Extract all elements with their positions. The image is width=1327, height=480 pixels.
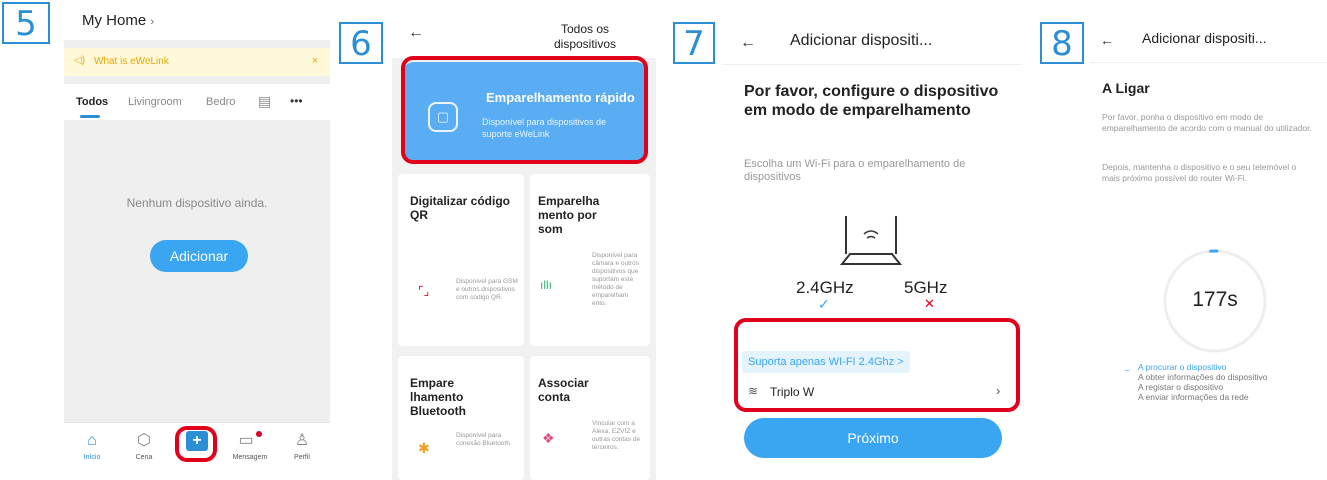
- info-banner[interactable]: ◁) What is eWeLink ×: [64, 48, 330, 76]
- page-title: Todos os dispositivos: [553, 22, 617, 51]
- card-title: Associar conta: [538, 376, 589, 404]
- tab-bedroom[interactable]: Bedroc: [206, 96, 236, 108]
- next-button[interactable]: Próximo: [744, 418, 1002, 458]
- highlight-add-button: [175, 426, 217, 462]
- banner-text: What is eWeLink: [94, 56, 169, 67]
- step-label-6: 6: [339, 22, 383, 64]
- tab-livingroom[interactable]: Livingroom: [128, 96, 182, 108]
- link-account-card[interactable]: Associar conta ❖ Vincular com a Alexa, E…: [530, 356, 650, 480]
- step-label-7: 7: [673, 22, 715, 64]
- bluetooth-icon: ✱: [418, 440, 430, 456]
- notification-dot: [255, 431, 262, 437]
- spinner-icon: ⌣: [1124, 365, 1130, 375]
- home-icon: ⌂: [87, 432, 97, 449]
- card-desc: Vincular com a Alexa, EZVIZ e outras con…: [592, 420, 641, 451]
- empty-state-text: Nenhum dispositivo ainda.: [126, 196, 268, 210]
- back-arrow-icon[interactable]: ←: [408, 24, 424, 42]
- check-icon: ✓: [818, 296, 830, 312]
- instruction-text-1: Por favor, ponha o dispositivo em modo d…: [1102, 112, 1312, 133]
- highlight-wifi-selection: [734, 318, 1020, 412]
- sound-wave-icon: ıllı: [540, 278, 552, 292]
- progress-steps: A procurar o dispositivo A obter informa…: [1138, 362, 1267, 402]
- divider: [1090, 62, 1327, 63]
- qr-scan-card[interactable]: Digitalizar código QR ⌜⌟ Disponível para…: [398, 174, 524, 346]
- nav-inicio[interactable]: ⌂ Início: [66, 431, 118, 461]
- speaker-icon: ◁): [74, 55, 86, 66]
- card-title: Digitalizar código QR: [410, 194, 511, 222]
- connecting-screen: ← Adicionar dispositi... A Ligar Por fav…: [1090, 0, 1327, 480]
- highlight-quick-pairing: [401, 56, 648, 164]
- chevron-right-icon: ›: [150, 16, 155, 28]
- step-item: A procurar o dispositivo: [1138, 362, 1227, 372]
- home-title[interactable]: My Home ›: [82, 12, 154, 29]
- cross-icon: ✕: [924, 296, 935, 311]
- back-arrow-icon[interactable]: ←: [740, 34, 756, 52]
- nav-mensagem[interactable]: ▭ Mensagem: [224, 431, 276, 461]
- back-arrow-icon[interactable]: ←: [1100, 32, 1114, 48]
- connecting-heading: A Ligar: [1102, 80, 1150, 96]
- nav-cena[interactable]: ⬡ Cena: [118, 431, 170, 461]
- nav-label: Perfil: [294, 454, 310, 461]
- card-desc: Disponível para conexão Bluetooth.: [456, 432, 512, 447]
- nav-label: Início: [83, 454, 101, 461]
- step-item: A enviar informações da rede: [1138, 392, 1249, 402]
- profile-icon: ♙: [294, 432, 310, 449]
- scene-icon: ⬡: [137, 432, 151, 449]
- nav-perfil[interactable]: ♙ Perfil: [276, 431, 328, 461]
- divider: [722, 64, 1022, 65]
- card-desc: Disponível para câmara e outros disposit…: [592, 252, 639, 307]
- freq-24ghz-label: 2.4GHz: [796, 278, 854, 297]
- tab-todos[interactable]: Todos: [76, 96, 108, 108]
- pairing-heading: Por favor, configure o dispositivo em mo…: [744, 83, 999, 119]
- bluetooth-pairing-card[interactable]: Empare lhamento Bluetooth ✱ Disponível p…: [398, 356, 524, 480]
- step-label-8: 8: [1040, 22, 1084, 64]
- devices-header: ← Todos os dispositivos: [392, 0, 656, 58]
- nav-label: Cena: [135, 454, 153, 461]
- add-button[interactable]: Adicionar: [150, 240, 248, 272]
- sound-pairing-card[interactable]: Emparelha mento por som ıllı Disponível …: [530, 174, 650, 346]
- card-desc: Disponível para GSM e outros dispositivo…: [456, 278, 518, 301]
- instruction-text-2: Depois, mantenha o dispositivo e o seu t…: [1102, 162, 1297, 183]
- step-label-5: 5: [2, 2, 50, 44]
- close-icon[interactable]: ×: [312, 55, 318, 67]
- countdown-timer: 177s: [1192, 288, 1238, 311]
- step-item: A obter informações do dispositivo: [1138, 372, 1268, 382]
- list-icon[interactable]: ▤: [258, 93, 271, 110]
- more-icon[interactable]: •••: [290, 94, 303, 108]
- account-link-icon: ❖: [542, 430, 555, 446]
- room-tabs: Todos Livingroom Bedroc ▤ •••: [64, 84, 330, 120]
- home-header: My Home ›: [64, 0, 330, 40]
- qr-scan-icon: ⌜⌟: [418, 284, 430, 298]
- page-title: Adicionar dispositi...: [1142, 30, 1267, 46]
- card-title: Empare lhamento Bluetooth: [410, 376, 466, 418]
- home-screen: My Home › ◁) What is eWeLink × Todos Liv…: [64, 0, 330, 480]
- router-icon: [839, 216, 903, 265]
- message-icon: ▭: [224, 431, 276, 451]
- step-item: A registar o dispositivo: [1138, 382, 1224, 392]
- tab-underline: [80, 115, 100, 118]
- card-title: Emparelha mento por som: [538, 194, 600, 236]
- pairing-subtitle: Escolha um Wi-Fi para o emparelhamento d…: [744, 158, 966, 183]
- nav-label: Mensagem: [232, 454, 268, 461]
- freq-5ghz-label: 5GHz: [904, 278, 948, 297]
- page-title: Adicionar dispositi...: [790, 32, 933, 49]
